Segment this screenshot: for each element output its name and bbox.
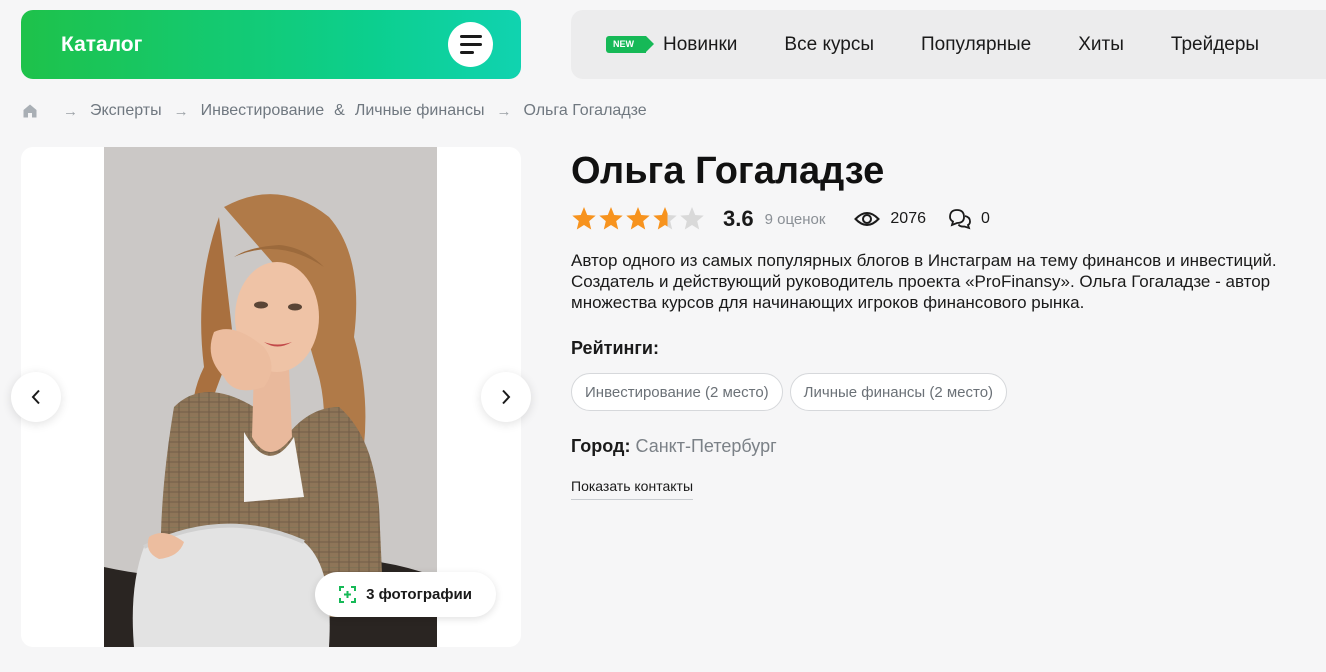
eye-icon	[854, 212, 881, 226]
chevron-left-icon	[31, 389, 40, 405]
rating-row: 3.6 9 оценок 2076 0	[571, 204, 990, 234]
breadcrumb-ampersand: &	[334, 102, 345, 119]
home-icon[interactable]	[22, 103, 38, 119]
city-label: Город:	[571, 436, 631, 456]
city-value: Санкт-Петербург	[635, 436, 777, 456]
show-contacts-link[interactable]: Показать контакты	[571, 478, 694, 500]
rating-count: 9 оценок	[764, 210, 826, 228]
breadcrumb-arrow-icon: →	[496, 102, 512, 120]
nav-item-traders[interactable]: Трейдеры	[1171, 34, 1259, 56]
breadcrumb-arrow-icon: →	[63, 102, 78, 120]
breadcrumb-current: Ольга Гогаладзе	[523, 102, 647, 119]
menu-icon	[448, 22, 493, 67]
rating-stars[interactable]	[571, 206, 707, 232]
rating-tags: Инвестирование (2 место) Личные финансы …	[571, 373, 1008, 411]
nav-item-all-courses[interactable]: Все курсы	[784, 34, 874, 56]
photos-count-button[interactable]: 3 фотографии	[315, 572, 496, 617]
chevron-right-icon	[502, 389, 511, 405]
star-icons	[572, 207, 704, 230]
breadcrumb: → Эксперты → Инвестирование & Личные фин…	[22, 102, 647, 120]
nav-item-new[interactable]: Новинки	[663, 34, 737, 56]
top-nav: NEW Новинки Все курсы Популярные Хиты Тр…	[571, 10, 1326, 79]
catalog-button[interactable]: Каталог	[21, 10, 521, 79]
add-photo-icon	[339, 586, 357, 603]
breadcrumb-personal-finance[interactable]: Личные финансы	[355, 102, 485, 120]
comments-icon[interactable]	[948, 208, 972, 230]
expert-name: Ольга Гогаладзе	[571, 150, 885, 192]
prev-photo-button[interactable]	[11, 372, 61, 422]
nav-item-popular[interactable]: Популярные	[921, 34, 1031, 56]
breadcrumb-arrow-icon: →	[173, 102, 189, 120]
tag-personal-finance-rank[interactable]: Личные финансы (2 место)	[789, 373, 1008, 411]
photo-card: 3 фотографии	[21, 147, 521, 647]
ratings-title: Рейтинги:	[571, 338, 659, 358]
rating-value: 3.6	[723, 206, 754, 231]
tag-investing-rank[interactable]: Инвестирование (2 место)	[571, 373, 783, 411]
views-count: 2076	[890, 210, 926, 227]
nav-item-hits[interactable]: Хиты	[1078, 34, 1124, 56]
catalog-label: Каталог	[61, 32, 143, 56]
city-row: Город: Санкт-Петербург	[571, 436, 777, 457]
expert-description: Автор одного из самых популярных блогов …	[571, 251, 1277, 312]
breadcrumb-investing[interactable]: Инвестирование	[201, 102, 325, 120]
breadcrumb-experts[interactable]: Эксперты	[90, 102, 162, 120]
new-badge: NEW	[606, 36, 654, 53]
comments-count: 0	[981, 210, 990, 227]
photos-count-label: 3 фотографии	[366, 586, 472, 603]
next-photo-button[interactable]	[481, 372, 531, 422]
